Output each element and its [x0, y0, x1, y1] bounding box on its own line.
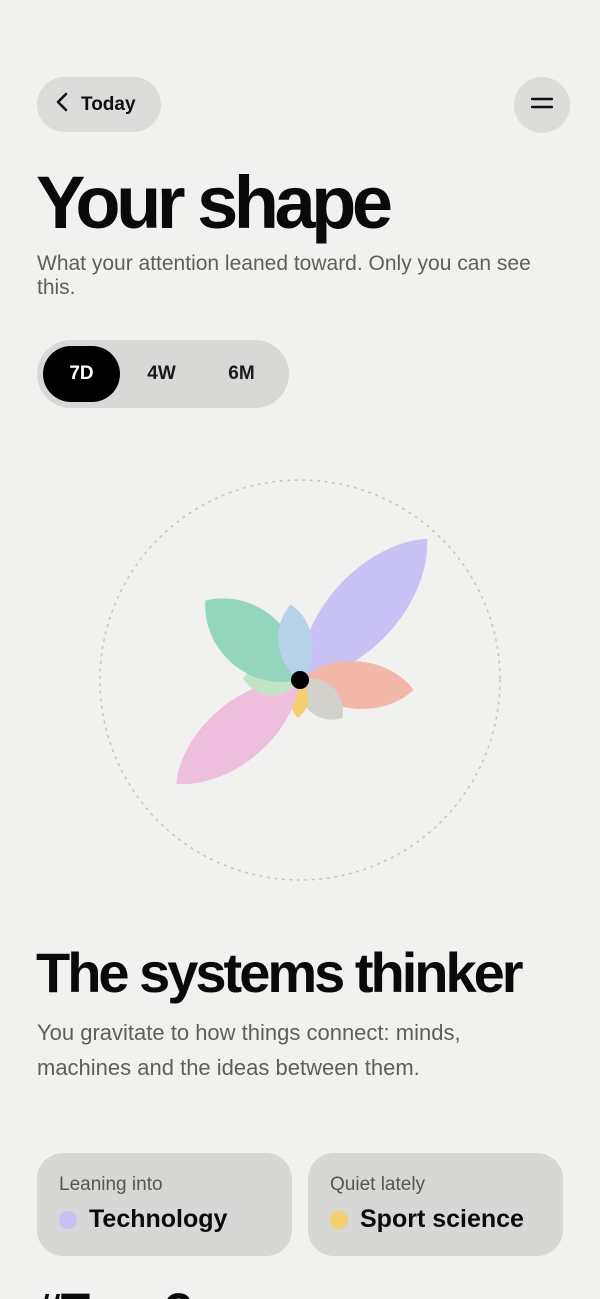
period-option-7d[interactable]: 7D: [43, 346, 120, 402]
persona-title: The systems thinker: [36, 941, 524, 1004]
leaning-into-dot: [59, 1210, 77, 1229]
next-section-title: #Tops?: [36, 1284, 193, 1299]
quiet-lately-value: Sport science: [360, 1205, 524, 1233]
page-subtitle: What your attention leaned toward. Only …: [37, 252, 531, 299]
attention-shape: [0, 460, 600, 900]
back-button-label: Today: [81, 93, 136, 115]
persona-description: You gravitate to how things connect: min…: [37, 1020, 461, 1080]
menu-icon: [530, 96, 554, 115]
leaning-into-card[interactable]: Leaning into Technology: [37, 1153, 292, 1256]
quiet-lately-card[interactable]: Quiet lately Sport science: [308, 1153, 563, 1256]
page-title: Your shape: [36, 161, 393, 244]
period-option-4w[interactable]: 4W: [123, 346, 200, 402]
back-button[interactable]: Today: [37, 77, 161, 132]
chevron-left-icon: [55, 92, 69, 118]
menu-button[interactable]: [514, 77, 570, 133]
quiet-lately-dot: [330, 1210, 348, 1229]
leaning-into-value: Technology: [89, 1205, 228, 1233]
period-option-6m[interactable]: 6M: [203, 346, 280, 402]
attention-shape-svg: [99, 479, 501, 881]
shape-screen: Today Your shape What your attention lea…: [0, 0, 600, 1299]
quiet-lately-label: Quiet lately: [330, 1174, 426, 1195]
shape-center-dot: [291, 671, 309, 689]
period-selector: 7D 4W 6M: [37, 340, 289, 408]
leaning-into-label: Leaning into: [59, 1174, 163, 1195]
